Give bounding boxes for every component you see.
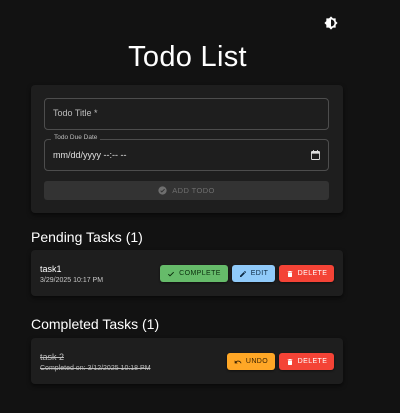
- calendar-icon[interactable]: [311, 150, 320, 160]
- undo-icon: [234, 359, 242, 363]
- task-card: task1 3/29/2025 10:17 PM COMPLETE EDIT D…: [31, 250, 343, 296]
- edit-label: EDIT: [250, 270, 269, 277]
- brightness-icon: [324, 16, 338, 30]
- todo-title-placeholder: Todo Title *: [53, 108, 98, 118]
- todo-due-date-label: Todo Due Date: [51, 134, 101, 141]
- delete-label: DELETE: [297, 270, 328, 277]
- pending-tasks-heading: Pending Tasks (1): [31, 229, 143, 245]
- task-due-date: 3/29/2025 10:17 PM: [40, 277, 104, 284]
- theme-toggle-button[interactable]: [322, 14, 340, 32]
- complete-button[interactable]: COMPLETE: [160, 265, 228, 282]
- trash-icon: [287, 270, 293, 277]
- check-icon: [168, 271, 175, 277]
- task-title: task1: [40, 264, 62, 274]
- edit-button[interactable]: EDIT: [232, 265, 275, 282]
- add-todo-form: Todo Title * Todo Due Date mm/dd/yyyy --…: [31, 85, 343, 213]
- task-card: task 2 Completed on: 3/12/2025 10:18 PM …: [31, 338, 343, 384]
- pencil-icon: [239, 270, 246, 277]
- completed-tasks-heading: Completed Tasks (1): [31, 316, 160, 332]
- delete-button[interactable]: DELETE: [279, 353, 334, 370]
- add-todo-label: ADD TODO: [172, 186, 215, 195]
- delete-label: DELETE: [297, 358, 328, 365]
- trash-icon: [287, 358, 293, 365]
- complete-label: COMPLETE: [179, 270, 221, 277]
- todo-due-date-field[interactable]: Todo Due Date mm/dd/yyyy --:-- --: [44, 134, 329, 171]
- undo-button[interactable]: UNDO: [227, 353, 275, 370]
- undo-label: UNDO: [245, 358, 269, 365]
- todo-due-date-value: mm/dd/yyyy --:-- --: [53, 150, 127, 160]
- task-completed-date: Completed on: 3/12/2025 10:18 PM: [40, 365, 151, 372]
- delete-button[interactable]: DELETE: [279, 265, 334, 282]
- page-title: Todo List: [128, 41, 247, 73]
- todo-title-field[interactable]: Todo Title *: [44, 98, 329, 130]
- check-circle-icon: [158, 186, 167, 195]
- add-todo-button[interactable]: ADD TODO: [44, 181, 329, 200]
- task-title: task 2: [40, 352, 65, 362]
